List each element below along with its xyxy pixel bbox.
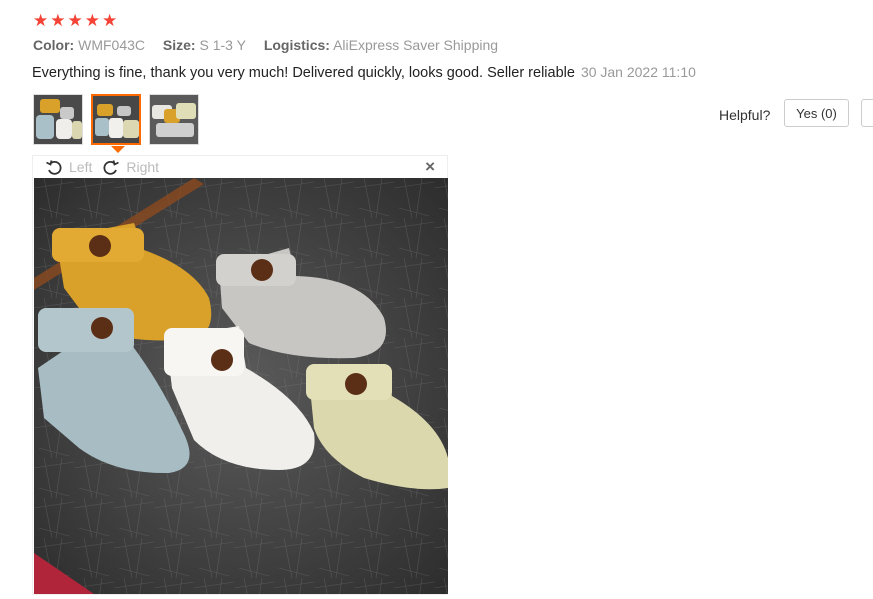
rotate-right-icon xyxy=(103,160,120,175)
review-photo xyxy=(34,178,448,594)
image-viewer: Left Right × xyxy=(32,155,448,595)
review-body: Everything is fine, thank you very much!… xyxy=(32,65,575,81)
star-icon: ★ xyxy=(33,11,49,30)
thumbnail-2[interactable] xyxy=(91,94,141,145)
rotate-right-label: Right xyxy=(126,159,160,175)
meta-size: Size: S 1-3 Y xyxy=(163,37,246,53)
helpful-yes-button[interactable]: Yes (0) xyxy=(784,99,849,127)
rating-stars: ★ ★ ★ ★ ★ xyxy=(33,12,117,30)
logistics-label: Logistics: xyxy=(263,37,330,53)
star-icon: ★ xyxy=(50,11,66,30)
star-icon: ★ xyxy=(67,11,83,30)
selected-thumbnail-pointer xyxy=(111,146,125,153)
review-text: Everything is fine, thank you very much!… xyxy=(32,64,696,81)
meta-color: Color: WMF043C xyxy=(33,37,145,53)
order-meta: Color: WMF043C Size: S 1-3 Y Logistics: … xyxy=(33,37,512,53)
star-icon: ★ xyxy=(84,11,100,30)
thumbnail-strip xyxy=(33,94,199,145)
meta-logistics: Logistics: AliExpress Saver Shipping xyxy=(264,37,498,53)
color-label: Color: xyxy=(33,37,75,53)
thumbnail-3[interactable] xyxy=(149,94,199,145)
rotate-left-icon xyxy=(46,160,62,175)
logistics-value: AliExpress Saver Shipping xyxy=(333,37,499,53)
close-icon[interactable]: × xyxy=(425,157,435,177)
socks-photo xyxy=(34,178,448,594)
size-value: S 1-3 Y xyxy=(199,37,246,53)
color-value: WMF043C xyxy=(78,37,146,53)
star-icon: ★ xyxy=(102,11,118,30)
rotate-left-label: Left xyxy=(69,159,93,175)
rotate-right-button[interactable]: Right xyxy=(102,158,159,176)
viewer-toolbar: Left Right × xyxy=(33,156,447,178)
rotate-left-button[interactable]: Left xyxy=(45,158,92,176)
review-date: 30 Jan 2022 11:10 xyxy=(580,64,696,80)
size-label: Size: xyxy=(162,37,196,53)
thumbnail-1[interactable] xyxy=(33,94,83,145)
helpful-label: Helpful? xyxy=(719,107,771,123)
helpful-no-button[interactable] xyxy=(861,99,873,127)
